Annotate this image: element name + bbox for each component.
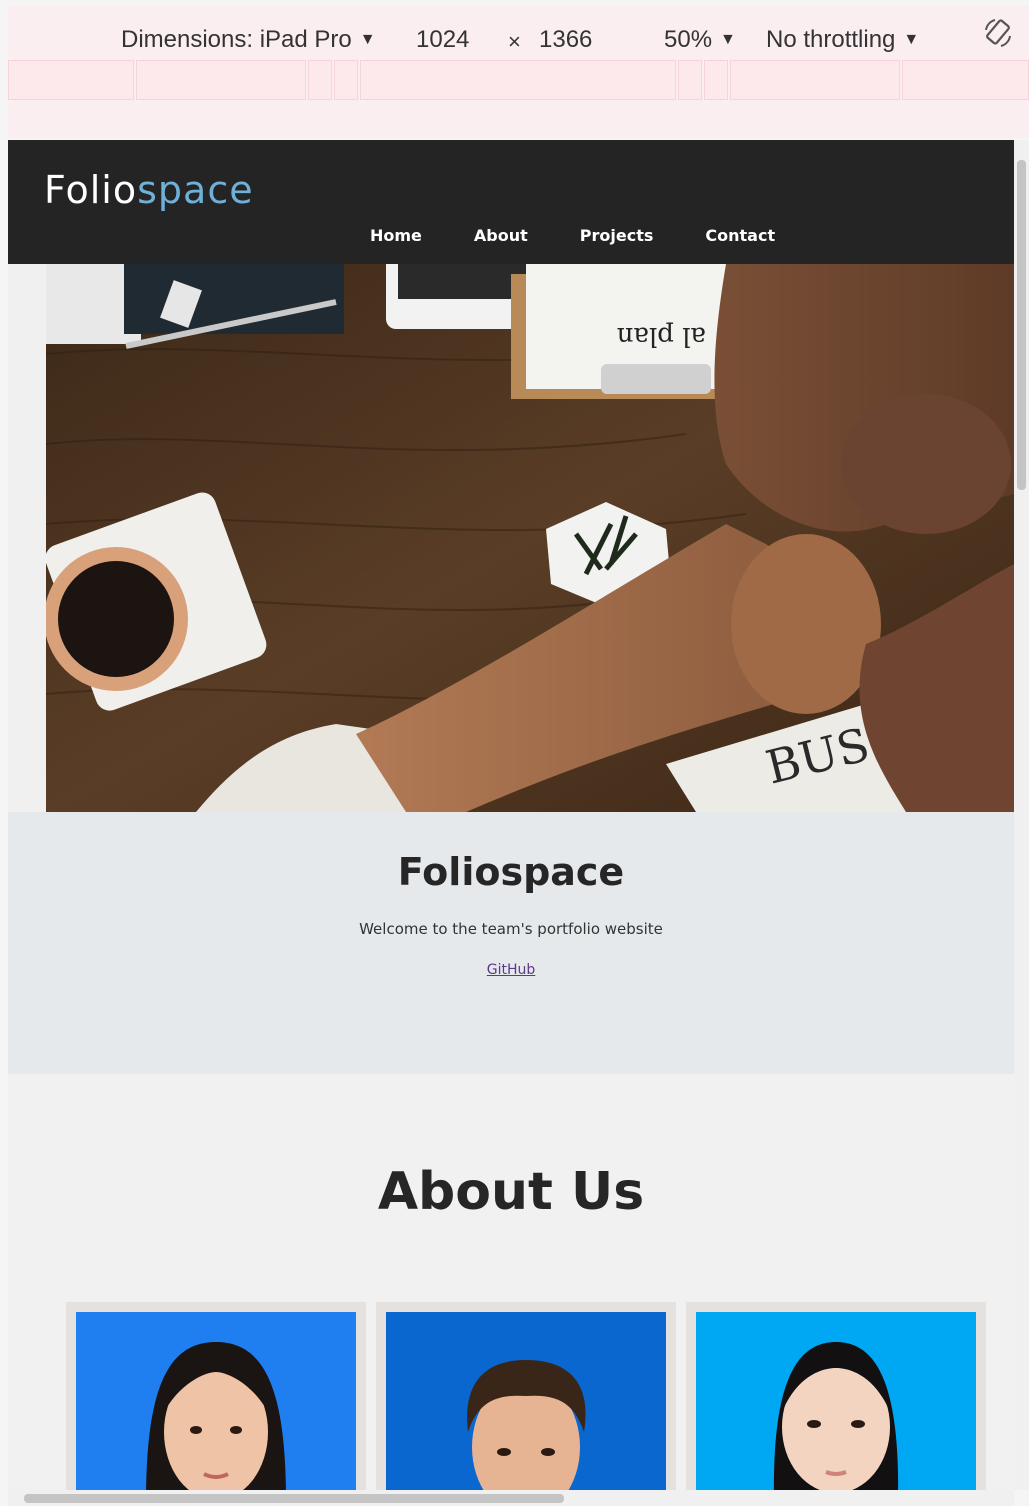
intro-subtitle: Welcome to the team's portfolio website <box>359 920 663 938</box>
intro-title: Foliospace <box>397 850 625 894</box>
team-member-photo-image <box>696 1312 976 1490</box>
team-member-card[interactable] <box>66 1302 366 1490</box>
throttling-dropdown[interactable]: No throttling ▼ <box>766 26 919 54</box>
horizontal-scrollbar[interactable] <box>8 1490 1014 1506</box>
dimensions-dropdown[interactable]: Dimensions: iPad Pro ▼ <box>121 26 376 54</box>
intro-section: Foliospace Welcome to the team's portfol… <box>8 812 1014 1074</box>
chevron-down-icon: ▼ <box>903 31 920 48</box>
zoom-dropdown[interactable]: 50% ▼ <box>664 26 736 54</box>
about-title: About Us <box>377 1162 645 1222</box>
media-query-bar[interactable] <box>8 60 1029 102</box>
vertical-scrollbar-thumb[interactable] <box>1017 160 1026 490</box>
team-member-photo <box>76 1312 356 1490</box>
logo-part-folio: Folio <box>44 168 138 212</box>
team-member-photo-image <box>76 1312 356 1490</box>
dimensions-label: Dimensions: iPad Pro <box>121 26 352 53</box>
chevron-down-icon: ▼ <box>359 31 376 48</box>
height-input[interactable]: 1366 <box>539 26 592 54</box>
main-nav: Home About Projects Contact <box>370 226 827 245</box>
nav-link-contact[interactable]: Contact <box>705 226 775 245</box>
throttling-label: No throttling <box>766 26 896 53</box>
about-section: About Us <box>8 1074 1014 1490</box>
chevron-down-icon: ▼ <box>720 31 736 48</box>
team-member-photo <box>696 1312 976 1490</box>
nav-link-about[interactable]: About <box>474 226 528 245</box>
hero-image: al plan BUS <box>46 264 1014 812</box>
device-viewport: Foliospace Home About Projects Contact a… <box>8 140 1014 1490</box>
team-member-card[interactable] <box>376 1302 676 1490</box>
team-member-photo <box>386 1312 666 1490</box>
zoom-label: 50% <box>664 26 713 53</box>
media-query-segment[interactable] <box>902 60 1029 100</box>
site-header: Foliospace Home About Projects Contact <box>8 140 1014 264</box>
media-query-segment[interactable] <box>704 60 728 100</box>
github-link[interactable]: GitHub <box>8 962 1014 978</box>
times-label: × <box>508 29 521 54</box>
media-query-segment[interactable] <box>308 60 332 100</box>
media-query-segment[interactable] <box>8 60 134 100</box>
nav-link-projects[interactable]: Projects <box>580 226 654 245</box>
logo-part-space: space <box>137 168 254 212</box>
media-query-segment[interactable] <box>730 60 900 100</box>
media-query-segment[interactable] <box>360 60 676 100</box>
teamwork-fist-bump-photo: al plan BUS <box>46 264 1014 812</box>
media-query-segment[interactable] <box>678 60 702 100</box>
device-toolbar-row: Dimensions: iPad Pro ▼ 1024 × 1366 50% ▼ N… <box>8 16 1029 62</box>
devtools-device-toolbar: Dimensions: iPad Pro ▼ 1024 × 1366 50% ▼ N… <box>8 6 1029 138</box>
svg-text:al plan: al plan <box>616 321 706 351</box>
site-logo[interactable]: Foliospace <box>44 168 254 212</box>
horizontal-scrollbar-thumb[interactable] <box>24 1494 564 1503</box>
vertical-scrollbar[interactable] <box>1014 140 1029 1490</box>
team-member-card[interactable] <box>686 1302 986 1490</box>
media-query-segment[interactable] <box>334 60 358 100</box>
nav-link-home[interactable]: Home <box>370 226 422 245</box>
rotate-device-icon[interactable] <box>981 16 1015 50</box>
width-input[interactable]: 1024 <box>416 26 469 54</box>
team-member-photo-image <box>386 1312 666 1490</box>
media-query-segment[interactable] <box>136 60 306 100</box>
